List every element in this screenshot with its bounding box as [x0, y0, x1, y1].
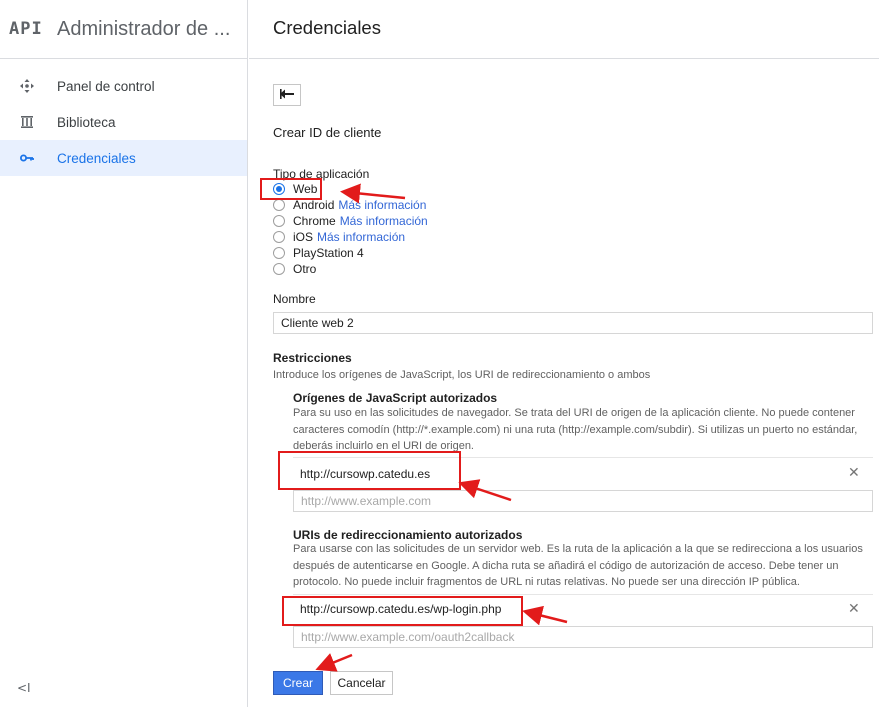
option-label: Android	[293, 198, 335, 212]
name-input[interactable]	[273, 312, 873, 334]
collapse-sidebar-button[interactable]: <I	[17, 681, 31, 695]
description-line: caracteres comodín (http://*.example.com…	[293, 423, 858, 436]
remove-redirect-uri-button[interactable]: ✕	[848, 601, 860, 617]
radio-button[interactable]	[273, 247, 285, 259]
library-icon	[15, 114, 39, 130]
redirect-uri-input[interactable]	[293, 626, 873, 648]
js-origin-entry[interactable]: http://cursowp.catedu.es	[300, 467, 430, 481]
annotation-arrow-create	[315, 653, 353, 672]
remove-js-origin-button[interactable]: ✕	[848, 465, 860, 481]
radio-button[interactable]	[273, 231, 285, 243]
redirect-uris-label: URIs de redireccionamiento autorizados	[293, 528, 523, 542]
project-title[interactable]: Administrador de ...	[57, 18, 230, 41]
back-button[interactable]	[273, 84, 301, 106]
sidebar-header: API Administrador de ...	[0, 0, 247, 59]
restrictions-label: Restricciones	[273, 351, 352, 365]
form-heading: Crear ID de cliente	[273, 125, 382, 140]
app-type-option-ios[interactable]: iOS Más información	[273, 229, 405, 245]
app-type-label: Tipo de aplicación	[273, 167, 370, 181]
radio-button[interactable]	[273, 183, 285, 195]
sidebar-item-label: Credenciales	[57, 150, 136, 166]
back-arrow-icon	[279, 88, 295, 103]
description-line: Para usarse con las solicitudes de un se…	[293, 543, 863, 555]
option-label: iOS	[293, 230, 314, 244]
page-header: Credenciales	[249, 0, 879, 59]
close-icon: ✕	[848, 465, 860, 481]
redirect-uris-description: Para usarse con las solicitudes de un se…	[293, 541, 873, 591]
option-label: Web	[293, 182, 318, 196]
sidebar-item-label: Panel de control	[57, 78, 155, 94]
description-line: protocolo. No puede incluir fragmentos d…	[293, 576, 800, 588]
dashboard-icon	[15, 78, 39, 94]
api-logo[interactable]: API	[9, 19, 45, 39]
description-line: deberás incluirlo en el URI de origen.	[293, 440, 474, 452]
option-label: PlayStation 4	[293, 246, 364, 260]
more-info-link[interactable]: Más información	[338, 198, 426, 212]
js-origin-input[interactable]	[293, 490, 873, 512]
js-origins-description: Para su uso en las solicitudes de navega…	[293, 405, 873, 455]
more-info-link[interactable]: Más información	[317, 230, 405, 244]
annotation-arrow-redirect-uri	[522, 605, 568, 626]
cancel-button[interactable]: Cancelar	[330, 671, 393, 695]
restrictions-description: Introduce los orígenes de JavaScript, lo…	[273, 369, 651, 381]
divider	[293, 457, 873, 458]
radio-button[interactable]	[273, 215, 285, 227]
app-type-option-chrome[interactable]: Chrome Más información	[273, 213, 428, 229]
description-line: Para su uso en las solicitudes de navega…	[293, 407, 855, 419]
redirect-uri-entry[interactable]: http://cursowp.catedu.es/wp-login.php	[300, 602, 501, 616]
sidebar-item-credentials[interactable]: Credenciales	[0, 140, 247, 176]
sidebar: API Administrador de ... Panel de contro…	[0, 0, 248, 707]
key-icon	[15, 150, 39, 166]
app-type-option-web[interactable]: Web	[273, 181, 317, 197]
more-info-link[interactable]: Más información	[340, 214, 428, 228]
app-type-option-other[interactable]: Otro	[273, 261, 316, 277]
sidebar-item-label: Biblioteca	[57, 114, 116, 130]
radio-button[interactable]	[273, 199, 285, 211]
name-label: Nombre	[273, 292, 316, 306]
divider	[293, 594, 873, 595]
sidebar-item-library[interactable]: Biblioteca	[0, 104, 247, 140]
sidebar-item-dashboard[interactable]: Panel de control	[0, 68, 247, 104]
radio-button[interactable]	[273, 263, 285, 275]
close-icon: ✕	[848, 601, 860, 617]
js-origins-label: Orígenes de JavaScript autorizados	[293, 391, 498, 405]
app-type-option-playstation[interactable]: PlayStation 4	[273, 245, 364, 261]
app-type-option-android[interactable]: Android Más información	[273, 197, 426, 213]
option-label: Otro	[293, 262, 317, 276]
option-label: Chrome	[293, 214, 336, 228]
description-line: después de autenticarse en Google. A dic…	[293, 559, 839, 572]
page-title: Credenciales	[273, 17, 381, 38]
create-button[interactable]: Crear	[273, 671, 323, 695]
